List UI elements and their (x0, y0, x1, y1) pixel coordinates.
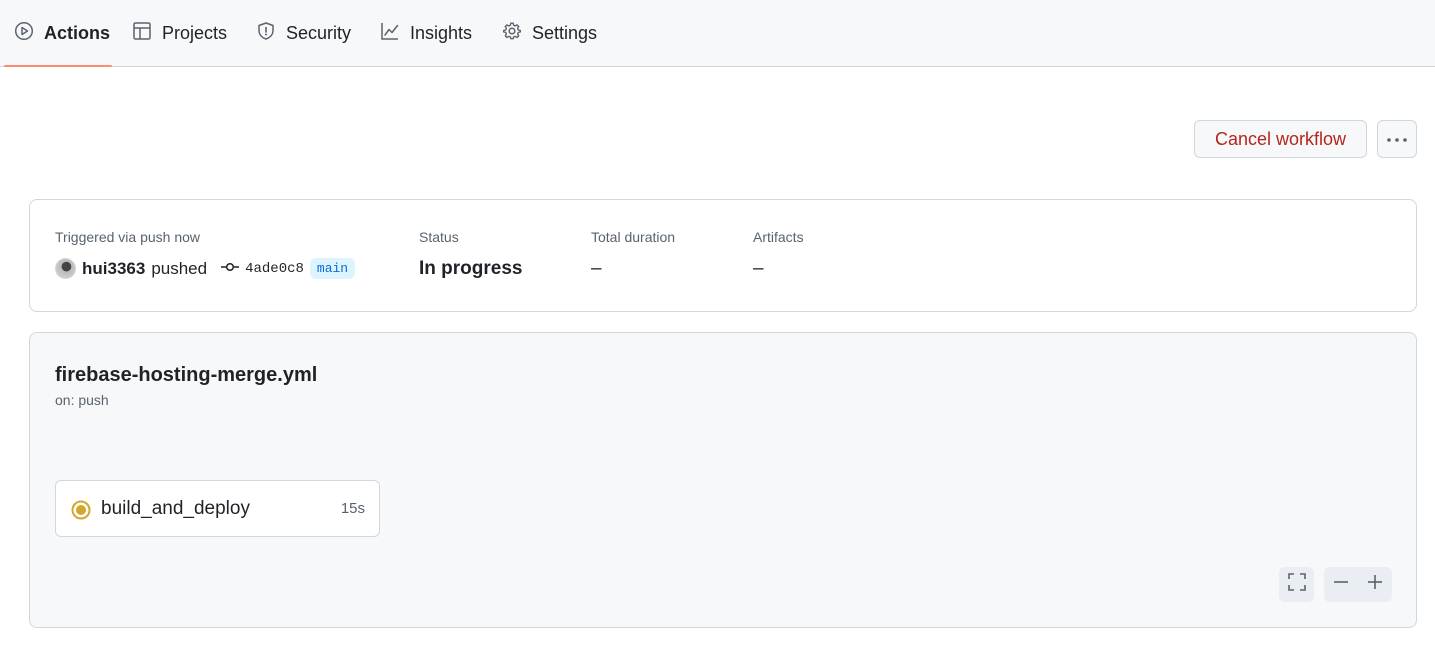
status-value: In progress (419, 258, 523, 279)
tab-label: Insights (410, 23, 473, 43)
tab-label: Security (286, 23, 352, 43)
commit-link[interactable]: 4ade0c8 (221, 261, 304, 277)
zoom-in-icon[interactable] (1367, 574, 1383, 595)
tab-actions[interactable]: Actions (4, 0, 112, 67)
artifacts-label: Artifacts (753, 229, 804, 245)
workflow-graph: firebase-hosting-merge.yml on: push buil… (29, 332, 1417, 628)
workflow-trigger: on: push (55, 392, 109, 408)
duration-label: Total duration (591, 229, 676, 245)
tab-label: Projects (162, 23, 228, 43)
workflow-file-name[interactable]: firebase-hosting-merge.yml (55, 364, 317, 387)
avatar[interactable] (55, 258, 76, 279)
duration-value: – (591, 258, 602, 279)
triggered-label: Triggered via push now (55, 229, 201, 245)
repo-nav: Actions Projects Security Insights Setti… (0, 0, 1435, 67)
git-commit-icon (221, 261, 240, 277)
fullscreen-button[interactable] (1279, 567, 1314, 602)
fullscreen-icon (1287, 573, 1306, 596)
job-card[interactable]: build_and_deploy 15s (55, 480, 380, 537)
trigger-info: hui3363 pushed 4ade0c8 main (55, 258, 356, 279)
job-duration: 15s (340, 500, 365, 517)
kebab-horizontal-icon (1386, 130, 1408, 148)
active-tab-underline (4, 65, 112, 67)
user-link[interactable]: hui3363 (82, 259, 145, 279)
in-progress-icon (71, 500, 91, 520)
tab-label: Actions (44, 23, 111, 43)
play-circle-icon (14, 21, 34, 46)
status-label: Status (419, 229, 459, 245)
run-summary: Triggered via push now hui3363 pushed 4a… (29, 199, 1417, 312)
branch-badge[interactable]: main (309, 258, 356, 279)
tab-insights[interactable]: Insights (370, 0, 482, 67)
cancel-workflow-button[interactable]: Cancel workflow (1194, 120, 1367, 158)
table-icon (132, 21, 152, 46)
graph-icon (380, 21, 400, 46)
commit-sha: 4ade0c8 (245, 260, 304, 277)
more-options-button[interactable] (1377, 120, 1417, 158)
artifacts-value: – (753, 258, 764, 279)
shield-icon (256, 21, 276, 46)
zoom-out-icon[interactable] (1333, 574, 1349, 595)
zoom-controls (1324, 567, 1392, 602)
push-action-text: pushed (151, 258, 208, 278)
gear-icon (502, 21, 522, 46)
tab-security[interactable]: Security (246, 0, 361, 67)
tab-settings[interactable]: Settings (492, 0, 607, 67)
tab-label: Settings (532, 23, 598, 43)
job-name: build_and_deploy (101, 498, 250, 519)
tab-projects[interactable]: Projects (122, 0, 237, 67)
